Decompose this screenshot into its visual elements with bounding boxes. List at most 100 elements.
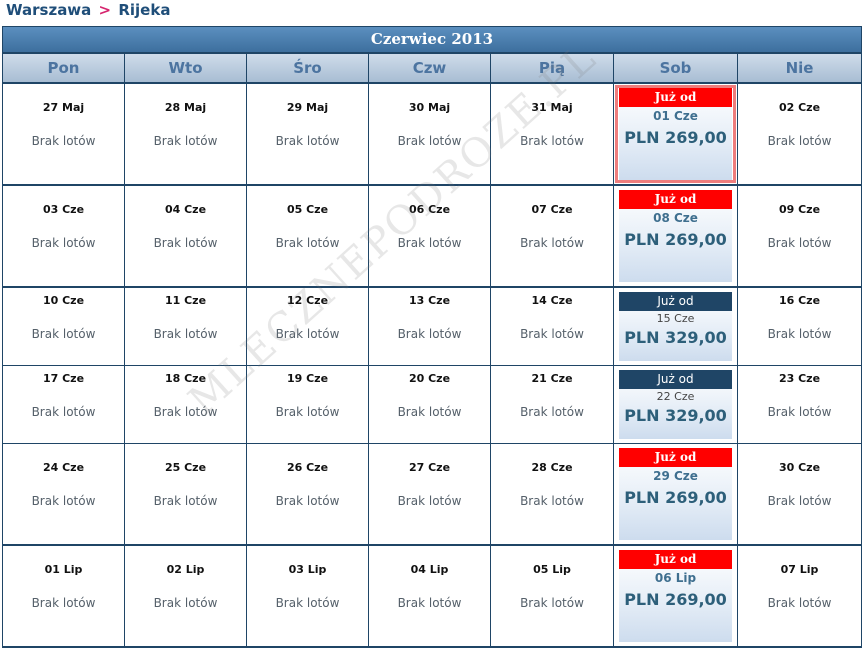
day-date: 16 Cze [778,294,821,307]
day-date: 04 Lip [410,563,449,576]
offer-price[interactable]: PLN 329,00 [619,406,732,425]
day-date: 23 Cze [778,372,821,385]
no-flights-label: Brak lotów [153,405,218,419]
calendar-day-offer[interactable]: Już od 29 Cze PLN 269,00 [614,444,737,544]
no-flights-label: Brak lotów [397,134,462,148]
no-flights-label: Brak lotów [153,236,218,250]
calendar-day: 17 Cze Brak lotów [3,366,124,443]
day-date: 30 Maj [408,101,451,114]
day-date: 11 Cze [164,294,207,307]
day-date: 05 Lip [533,563,571,576]
offer-box[interactable]: Już od 15 Cze PLN 329,00 [619,292,732,361]
day-date: 09 Cze [778,203,821,216]
calendar-day: 16 Cze Brak lotów [738,288,861,365]
calendar-day: 21 Cze Brak lotów [491,366,613,443]
offer-box[interactable]: Już od 08 Cze PLN 269,00 [619,190,732,282]
no-flights-label: Brak lotów [275,236,340,250]
day-header-2: Śro [247,54,368,82]
no-flights-label: Brak lotów [397,596,462,610]
calendar-day: 26 Cze Brak lotów [247,444,368,544]
day-date: 07 Cze [531,203,573,216]
calendar-day: 30 Maj Brak lotów [369,84,490,184]
day-date: 30 Cze [778,461,821,474]
offer-date: 22 Cze [656,390,695,403]
no-flights-label: Brak lotów [397,494,462,508]
calendar-day: 05 Lip Brak lotów [491,546,613,646]
offer-box[interactable]: Już od 22 Cze PLN 329,00 [619,370,732,439]
offer-price[interactable]: PLN 329,00 [619,328,732,347]
day-date: 31 Maj [531,101,573,114]
day-date: 02 Lip [166,563,205,576]
calendar-day-offer[interactable]: Już od 08 Cze PLN 269,00 [614,186,737,286]
no-flights-label: Brak lotów [31,134,96,148]
day-date: 18 Cze [164,372,207,385]
route-origin[interactable]: Warszawa [6,1,91,19]
offer-box[interactable]: Już od 01 Cze PLN 269,00 [619,88,732,180]
calendar-day: 07 Lip Brak lotów [738,546,861,646]
offer-badge: Już od [619,370,732,389]
calendar-day-offer[interactable]: Już od 06 Lip PLN 269,00 [614,546,737,646]
calendar-day: 04 Lip Brak lotów [369,546,490,646]
no-flights-label: Brak lotów [520,134,584,148]
no-flights-label: Brak lotów [397,405,462,419]
calendar-day: 04 Cze Brak lotów [125,186,246,286]
no-flights-label: Brak lotów [767,236,832,250]
calendar-day-offer[interactable]: Już od 22 Cze PLN 329,00 [614,366,737,443]
day-date: 04 Cze [164,203,207,216]
day-date: 03 Lip [288,563,327,576]
month-title: Czerwiec 2013 [3,27,861,52]
day-header-0: Pon [3,54,124,82]
day-date: 24 Cze [42,461,85,474]
calendar-day: 06 Cze Brak lotów [369,186,490,286]
no-flights-label: Brak lotów [767,596,832,610]
day-date: 10 Cze [42,294,85,307]
day-date: 29 Maj [286,101,329,114]
day-header-4: Pią [491,54,613,82]
calendar-day: 12 Cze Brak lotów [247,288,368,365]
day-date: 28 Maj [164,101,207,114]
day-date: 28 Cze [531,461,573,474]
calendar-day: 31 Maj Brak lotów [491,84,613,184]
route-separator: > [98,1,112,19]
calendar-day-offer[interactable]: Już od 15 Cze PLN 329,00 [614,288,737,365]
no-flights-label: Brak lotów [520,494,584,508]
calendar-day: 27 Maj Brak lotów [3,84,124,184]
day-date: 19 Cze [286,372,329,385]
day-date: 20 Cze [408,372,451,385]
offer-price[interactable]: PLN 269,00 [619,230,732,249]
offer-date: 01 Cze [653,109,698,123]
no-flights-label: Brak lotów [767,494,832,508]
offer-price[interactable]: PLN 269,00 [619,488,732,507]
calendar-day: 23 Cze Brak lotów [738,366,861,443]
route-title: Warszawa > Rijeka [6,1,170,19]
calendar-day: 28 Maj Brak lotów [125,84,246,184]
day-date: 07 Lip [780,563,819,576]
day-date: 26 Cze [286,461,329,474]
fare-calendar: Czerwiec 2013 Pon Wto Śro Czw Pią Sob Nie 27 Ma… [2,26,862,648]
calendar-day: 24 Cze Brak lotów [3,444,124,544]
offer-badge: Już od [619,292,732,311]
no-flights-label: Brak lotów [153,134,218,148]
day-date: 27 Cze [408,461,451,474]
offer-box[interactable]: Już od 29 Cze PLN 269,00 [619,448,732,540]
calendar-day: 30 Cze Brak lotów [738,444,861,544]
day-date: 12 Cze [286,294,329,307]
calendar-day: 19 Cze Brak lotów [247,366,368,443]
calendar-day: 25 Cze Brak lotów [125,444,246,544]
route-destination[interactable]: Rijeka [118,1,170,19]
no-flights-label: Brak lotów [767,405,832,419]
calendar-day: 20 Cze Brak lotów [369,366,490,443]
calendar-day-offer[interactable]: Już od 01 Cze PLN 269,00 [614,84,737,184]
no-flights-label: Brak lotów [31,494,96,508]
day-date: 13 Cze [408,294,451,307]
day-header-5: Sob [614,54,737,82]
offer-box[interactable]: Już od 06 Lip PLN 269,00 [619,550,732,642]
offer-price[interactable]: PLN 269,00 [619,128,732,147]
day-header-6: Nie [738,54,861,82]
no-flights-label: Brak lotów [31,327,96,341]
offer-price[interactable]: PLN 269,00 [619,590,732,609]
no-flights-label: Brak lotów [31,236,96,250]
offer-badge: Już od [619,550,732,569]
day-date: 17 Cze [42,372,85,385]
day-date: 25 Cze [164,461,207,474]
